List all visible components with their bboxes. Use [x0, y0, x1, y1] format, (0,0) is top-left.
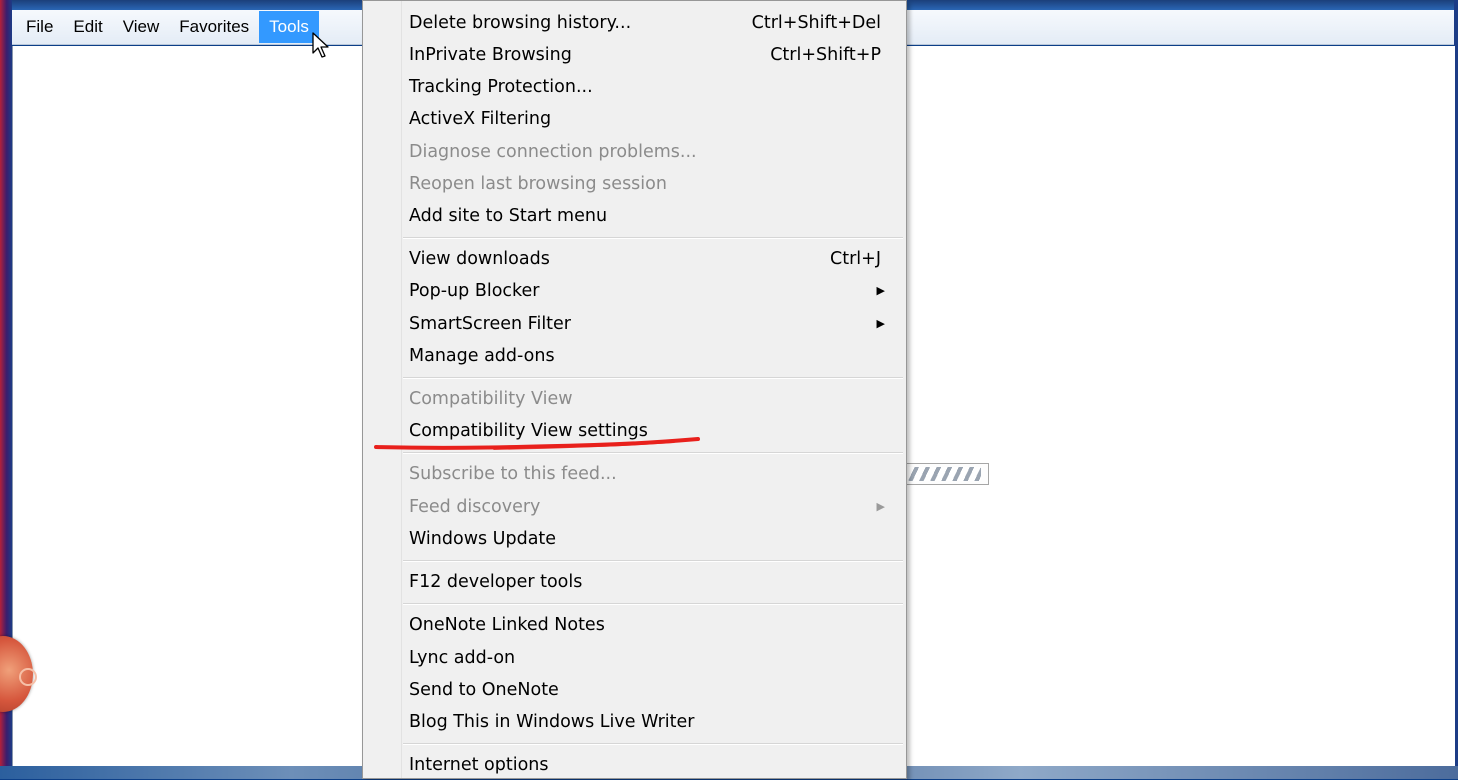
menu-item-label: SmartScreen Filter — [409, 314, 572, 334]
menu-item-tracking-protection[interactable]: Tracking Protection... — [409, 72, 899, 102]
menu-icon-gutter — [363, 1, 402, 778]
menu-edit[interactable]: Edit — [63, 11, 112, 43]
menu-item-activex-filtering[interactable]: ActiveX Filtering — [409, 104, 899, 134]
menu-item-f12-developer-tools[interactable]: F12 developer tools — [409, 567, 899, 597]
menu-favorites[interactable]: Favorites — [169, 11, 259, 43]
menu-separator — [403, 560, 903, 562]
menu-item-label: Send to OneNote — [409, 680, 559, 700]
menu-item-blog-this[interactable]: Blog This in Windows Live Writer — [409, 707, 899, 737]
menu-item-label: Pop-up Blocker — [409, 281, 540, 301]
shortcut-label: Ctrl+J — [830, 249, 881, 269]
loading-progress-bar — [905, 463, 989, 485]
menu-item-delete-browsing-history[interactable]: Delete browsing history... Ctrl+Shift+De… — [409, 8, 899, 38]
menu-item-view-downloads[interactable]: View downloads Ctrl+J — [409, 244, 899, 274]
menu-item-label: Windows Update — [409, 529, 557, 549]
menu-item-reopen-last-session: Reopen last browsing session — [409, 169, 899, 199]
menu-item-manage-addons[interactable]: Manage add-ons — [409, 341, 899, 371]
menu-item-label: Delete browsing history... — [409, 13, 632, 33]
submenu-arrow-icon: ▶ — [876, 317, 885, 330]
menu-item-compatibility-view: Compatibility View — [409, 384, 899, 414]
menu-item-label: Reopen last browsing session — [409, 174, 667, 194]
menu-item-smartscreen-filter[interactable]: SmartScreen Filter ▶ — [409, 309, 899, 339]
menu-item-feed-discovery: Feed discovery ▶ — [409, 492, 899, 522]
menu-separator — [403, 237, 903, 239]
mouse-cursor-icon — [312, 32, 329, 58]
menu-item-onenote-linked-notes[interactable]: OneNote Linked Notes — [409, 610, 899, 640]
menu-item-popup-blocker[interactable]: Pop-up Blocker ▶ — [409, 276, 899, 306]
shortcut-label: Ctrl+Shift+Del — [751, 13, 881, 33]
submenu-arrow-icon: ▶ — [876, 500, 885, 513]
menu-item-label: Manage add-ons — [409, 346, 555, 366]
menu-item-label: Add site to Start menu — [409, 206, 608, 226]
menu-item-label: Lync add-on — [409, 648, 516, 668]
menu-item-label: Compatibility View — [409, 389, 573, 409]
menu-item-label: Blog This in Windows Live Writer — [409, 712, 695, 732]
menu-item-label: View downloads — [409, 249, 550, 269]
menu-item-internet-options[interactable]: Internet options — [409, 750, 899, 780]
tools-dropdown-menu: Delete browsing history... Ctrl+Shift+De… — [362, 0, 907, 779]
red-underline-annotation — [374, 437, 700, 450]
menu-view[interactable]: View — [113, 11, 170, 43]
menu-separator — [403, 377, 903, 379]
menu-item-label: ActiveX Filtering — [409, 109, 552, 129]
shortcut-label: Ctrl+Shift+P — [770, 45, 881, 65]
menu-item-label: Feed discovery — [409, 497, 541, 517]
menu-item-label: Internet options — [409, 755, 549, 775]
menu-tools[interactable]: Tools — [259, 11, 319, 43]
menu-item-label: OneNote Linked Notes — [409, 615, 605, 635]
menu-item-label: Diagnose connection problems... — [409, 142, 697, 162]
progress-fill — [908, 467, 981, 481]
menu-item-send-to-onenote[interactable]: Send to OneNote — [409, 675, 899, 705]
menu-file[interactable]: File — [16, 11, 63, 43]
menu-item-add-site-to-start[interactable]: Add site to Start menu — [409, 201, 899, 231]
submenu-arrow-icon: ▶ — [876, 284, 885, 297]
menu-item-label: Subscribe to this feed... — [409, 464, 617, 484]
menu-separator — [403, 603, 903, 605]
menu-item-windows-update[interactable]: Windows Update — [409, 524, 899, 554]
menu-item-label: F12 developer tools — [409, 572, 583, 592]
orb-ring-icon — [19, 668, 37, 686]
menu-item-inprivate-browsing[interactable]: InPrivate Browsing Ctrl+Shift+P — [409, 40, 899, 70]
menu-separator — [403, 743, 903, 745]
menu-item-label: Tracking Protection... — [409, 77, 593, 97]
menu-item-label: InPrivate Browsing — [409, 45, 572, 65]
menu-item-lync-addon[interactable]: Lync add-on — [409, 643, 899, 673]
menu-item-diagnose-connection: Diagnose connection problems... — [409, 137, 899, 167]
menu-item-subscribe-feed: Subscribe to this feed... — [409, 459, 899, 489]
